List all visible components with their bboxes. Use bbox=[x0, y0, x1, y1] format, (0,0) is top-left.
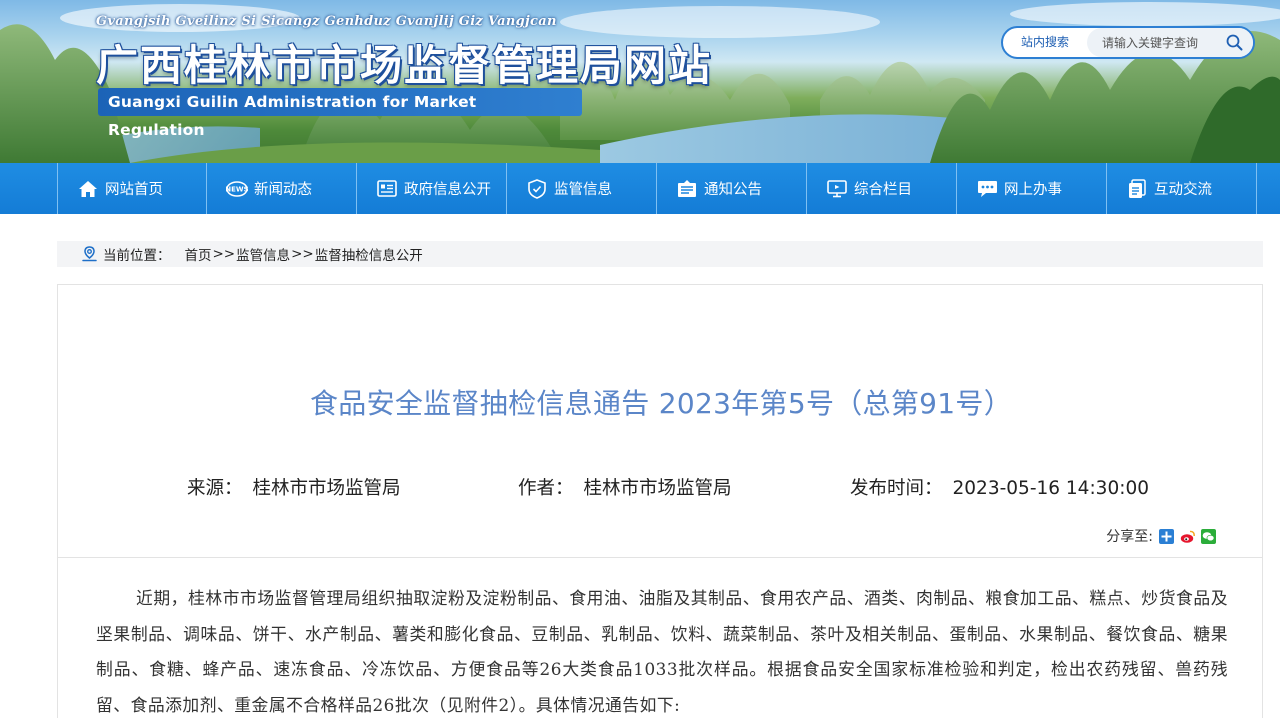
share-bar: 分享至: bbox=[1106, 526, 1216, 546]
nav-item-general[interactable]: 综合栏目 bbox=[807, 163, 957, 214]
shield-icon bbox=[526, 178, 548, 200]
nav-label: 综合栏目 bbox=[854, 182, 912, 198]
site-search: 站内搜索 bbox=[1001, 26, 1255, 59]
share-wechat-icon[interactable] bbox=[1201, 528, 1216, 544]
date-value: 2023-05-16 14:30:00 bbox=[952, 478, 1149, 499]
location-pin-icon bbox=[81, 246, 98, 262]
search-scope-label[interactable]: 站内搜索 bbox=[1003, 28, 1087, 57]
main-nav: 网站首页 NEWS 新闻动态 政府信息公开 监管信息 通知公告 综合栏目 网上办… bbox=[0, 163, 1280, 214]
nav-label: 互动交流 bbox=[1154, 182, 1212, 198]
notice-icon bbox=[676, 178, 698, 200]
search-input[interactable] bbox=[1102, 35, 1220, 50]
monitor-icon bbox=[826, 178, 848, 200]
nav-item-government-info[interactable]: 政府信息公开 bbox=[357, 163, 507, 214]
header-banner: Gvangjsih Gveilinz Si Sicangz Genhduz Gv… bbox=[0, 0, 1280, 163]
source-label: 来源： bbox=[187, 478, 243, 499]
nav-label: 网站首页 bbox=[105, 182, 163, 198]
breadcrumb-separator: >> bbox=[291, 246, 314, 262]
author-label: 作者： bbox=[518, 478, 574, 499]
copy-icon bbox=[1126, 178, 1148, 200]
share-qzone-icon[interactable] bbox=[1159, 528, 1174, 544]
nav-label: 网上办事 bbox=[1004, 182, 1062, 198]
article-author: 作者： 桂林市市场监管局 bbox=[518, 474, 732, 500]
breadcrumb-sampling-info[interactable]: 监督抽检信息公开 bbox=[315, 244, 423, 264]
breadcrumb-supervision[interactable]: 监管信息 bbox=[236, 244, 290, 264]
date-label: 发布时间： bbox=[850, 478, 943, 499]
article-source: 来源： 桂林市市场监管局 bbox=[187, 474, 401, 500]
breadcrumb-separator: >> bbox=[212, 246, 236, 262]
nav-item-home[interactable]: 网站首页 bbox=[57, 163, 207, 214]
article-date: 发布时间： 2023-05-16 14:30:00 bbox=[850, 474, 1149, 500]
source-value: 桂林市市场监管局 bbox=[252, 478, 401, 499]
article-title: 食品安全监督抽检信息通告 2023年第5号（总第91号） bbox=[309, 387, 1012, 420]
author-value: 桂林市市场监管局 bbox=[583, 478, 732, 499]
news-icon: NEWS bbox=[226, 178, 248, 200]
nav-item-online-services[interactable]: 网上办事 bbox=[957, 163, 1107, 214]
site-title-pinyin: Gvangjsih Gveilinz Si Sicangz Genhduz Gv… bbox=[96, 14, 557, 29]
article-card: 食品安全监督抽检信息通告 2023年第5号（总第91号） 来源： 桂林市市场监管局… bbox=[57, 284, 1263, 718]
site-title-english: Guangxi Guilin Administration for Market… bbox=[98, 88, 582, 139]
chat-icon bbox=[976, 178, 998, 200]
nav-item-supervision[interactable]: 监管信息 bbox=[507, 163, 657, 214]
search-icon[interactable] bbox=[1220, 28, 1248, 57]
nav-item-news[interactable]: NEWS 新闻动态 bbox=[207, 163, 357, 214]
nav-label: 政府信息公开 bbox=[404, 182, 491, 198]
site-title: 广西桂林市市场监督管理局网站 bbox=[96, 41, 713, 90]
document-list-icon bbox=[376, 178, 398, 200]
svg-text:NEWS: NEWS bbox=[226, 185, 248, 193]
nav-item-notices[interactable]: 通知公告 bbox=[657, 163, 807, 214]
nav-label: 新闻动态 bbox=[254, 182, 312, 198]
article-body: 近期，桂林市市场监督管理局组织抽取淀粉及淀粉制品、食用油、油脂及其制品、食用农产… bbox=[96, 588, 1228, 715]
search-box bbox=[1087, 28, 1253, 57]
nav-label: 监管信息 bbox=[554, 182, 612, 198]
breadcrumb-label: 当前位置： bbox=[103, 248, 171, 264]
article-divider bbox=[58, 557, 1262, 558]
share-label: 分享至: bbox=[1106, 529, 1153, 545]
nav-label: 通知公告 bbox=[704, 182, 762, 198]
nav-item-interaction[interactable]: 互动交流 bbox=[1107, 163, 1257, 214]
breadcrumb: 当前位置： 首页 >> 监管信息 >> 监督抽检信息公开 bbox=[57, 241, 1263, 267]
breadcrumb-home[interactable]: 首页 bbox=[185, 244, 212, 264]
share-weibo-icon[interactable] bbox=[1180, 529, 1195, 544]
home-icon bbox=[77, 178, 99, 200]
